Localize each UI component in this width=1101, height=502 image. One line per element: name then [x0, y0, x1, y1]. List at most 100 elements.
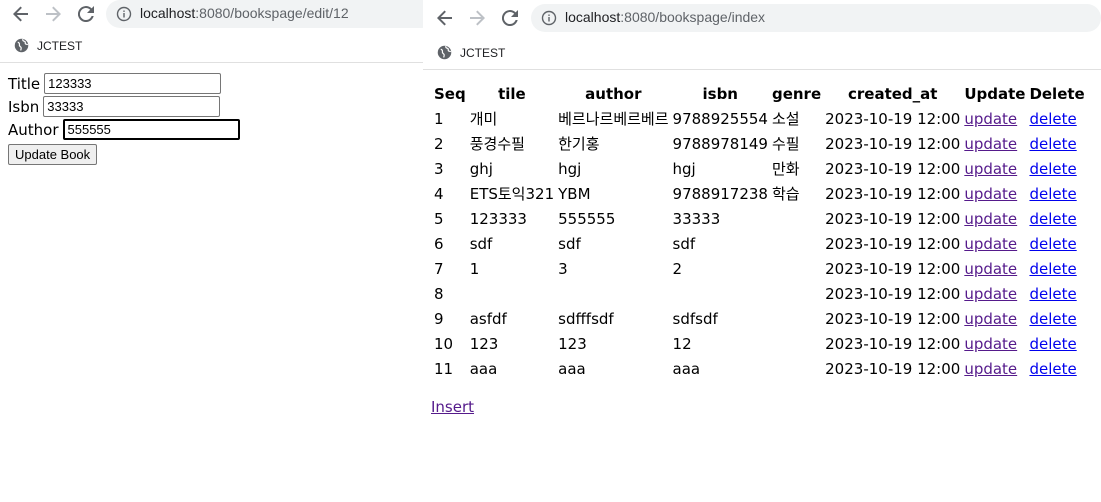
forward-arrow-icon[interactable]: [466, 7, 488, 29]
cell-delete: delete: [1028, 357, 1085, 380]
info-icon[interactable]: [116, 6, 132, 22]
cell-author: 한기홍: [558, 135, 600, 153]
cell-tile: [469, 282, 555, 305]
update-link[interactable]: update: [964, 135, 1017, 153]
info-icon[interactable]: [541, 10, 557, 26]
delete-link[interactable]: delete: [1029, 260, 1076, 278]
cell-update: update: [963, 332, 1026, 355]
table-row: 3 ghj hgj hgj 만화 2023-10-19 12:00 update delete: [433, 157, 1086, 180]
cell-seq: 2: [434, 134, 444, 153]
cell-isbn: sdfsdf: [672, 309, 718, 328]
cell-delete: delete: [1028, 207, 1085, 230]
delete-link[interactable]: delete: [1029, 285, 1076, 303]
cell-isbn: 2: [672, 259, 683, 278]
address-bar[interactable]: localhost:8080/bookspage/edit/12: [106, 0, 436, 28]
cell-genre: [771, 232, 822, 255]
cell-author: 555555: [558, 209, 616, 228]
delete-link[interactable]: delete: [1029, 335, 1076, 353]
books-table: Seq tile author isbn genre created_at Up…: [431, 80, 1088, 382]
delete-link[interactable]: delete: [1029, 360, 1076, 378]
update-link[interactable]: update: [964, 310, 1017, 328]
cell-created-at: 2023-10-19 12:00: [825, 259, 961, 278]
isbn-input[interactable]: [43, 96, 221, 117]
author-row: Author: [8, 118, 240, 141]
cell-update: update: [963, 182, 1026, 205]
author-input[interactable]: [62, 119, 240, 140]
delete-link[interactable]: delete: [1029, 185, 1076, 203]
cell-isbn: sdf: [672, 234, 696, 253]
cell-genre: [771, 207, 822, 230]
cell-seq: 8: [434, 284, 444, 303]
delete-link[interactable]: delete: [1029, 160, 1076, 178]
delete-link[interactable]: delete: [1029, 235, 1076, 253]
bookmark-jctest[interactable]: JCTEST: [437, 45, 505, 60]
update-link[interactable]: update: [964, 160, 1017, 178]
delete-link[interactable]: delete: [1029, 135, 1076, 153]
cell-update: update: [963, 207, 1026, 230]
delete-link[interactable]: delete: [1029, 210, 1076, 228]
index-page-window: localhost:8080/bookspage/index JCTEST Se…: [423, 0, 1101, 502]
cell-update: update: [963, 232, 1026, 255]
cell-tile: 풍경수필: [469, 135, 525, 153]
update-link[interactable]: update: [964, 360, 1017, 378]
delete-link[interactable]: delete: [1029, 110, 1076, 128]
update-link[interactable]: update: [964, 335, 1017, 353]
update-link[interactable]: update: [964, 110, 1017, 128]
bookmarks-bar: JCTEST: [0, 30, 423, 63]
cell-update: update: [963, 282, 1026, 305]
header-genre: genre: [771, 84, 822, 103]
cell-created-at: 2023-10-19 12:00: [825, 184, 961, 203]
cell-seq: 5: [434, 209, 444, 228]
address-bar[interactable]: localhost:8080/bookspage/index: [531, 4, 1101, 32]
cell-seq: 9: [434, 309, 444, 328]
cell-delete: delete: [1028, 182, 1085, 205]
back-arrow-icon[interactable]: [434, 7, 456, 29]
table-row: 10 123 123 12 2023-10-19 12:00 update delete: [433, 332, 1086, 355]
update-link[interactable]: update: [964, 260, 1017, 278]
insert-link[interactable]: Insert: [431, 398, 474, 416]
cell-update: update: [963, 357, 1026, 380]
cell-tile: sdf: [469, 234, 493, 253]
cell-isbn: 12: [672, 334, 692, 353]
cell-tile: 개미: [469, 110, 498, 128]
delete-link[interactable]: delete: [1029, 310, 1076, 328]
cell-tile: ETS토익321: [469, 185, 555, 203]
cell-isbn: 9788978149: [672, 134, 768, 153]
update-link[interactable]: update: [964, 285, 1017, 303]
cell-update: update: [963, 132, 1026, 155]
forward-arrow-icon[interactable]: [42, 3, 64, 25]
author-label: Author: [8, 120, 59, 139]
cell-seq: 10: [434, 334, 454, 353]
update-book-button[interactable]: Update Book: [8, 144, 98, 165]
reload-icon[interactable]: [75, 3, 97, 25]
cell-tile: asfdf: [469, 309, 507, 328]
cell-author: YBM: [558, 184, 591, 203]
cell-seq: 11: [434, 359, 454, 378]
update-link[interactable]: update: [964, 185, 1017, 203]
cell-tile: aaa: [469, 359, 498, 378]
cell-delete: delete: [1028, 157, 1085, 180]
header-author: author: [585, 84, 642, 103]
cell-seq: 6: [434, 234, 444, 253]
title-input[interactable]: [44, 73, 222, 94]
cell-author: 123: [558, 334, 587, 353]
isbn-row: Isbn: [8, 95, 240, 118]
cell-isbn: 9788925554: [672, 109, 768, 128]
table-row: 6 sdf sdf sdf 2023-10-19 12:00 update delete: [433, 232, 1086, 255]
cell-created-at: 2023-10-19 12:00: [825, 234, 961, 253]
cell-author: 3: [558, 259, 568, 278]
update-link[interactable]: update: [964, 210, 1017, 228]
update-link[interactable]: update: [964, 235, 1017, 253]
cell-created-at: 2023-10-19 12:00: [825, 159, 961, 178]
edit-page-window: localhost:8080/bookspage/edit/12 JCTEST …: [0, 0, 436, 502]
cell-author: aaa: [558, 359, 586, 378]
cell-seq: 7: [434, 259, 444, 278]
cell-isbn: 9788917238: [672, 184, 768, 203]
reload-icon[interactable]: [499, 7, 521, 29]
table-row: 4 ETS토익321 YBM 9788917238 학습 2023-10-19 12:00…: [433, 182, 1086, 205]
url-text: localhost:8080/bookspage/edit/12: [140, 5, 349, 21]
header-created-at: created_at: [847, 84, 938, 103]
cell-created-at: 2023-10-19 12:00: [825, 359, 961, 378]
bookmark-jctest[interactable]: JCTEST: [14, 38, 82, 53]
back-arrow-icon[interactable]: [10, 3, 32, 25]
